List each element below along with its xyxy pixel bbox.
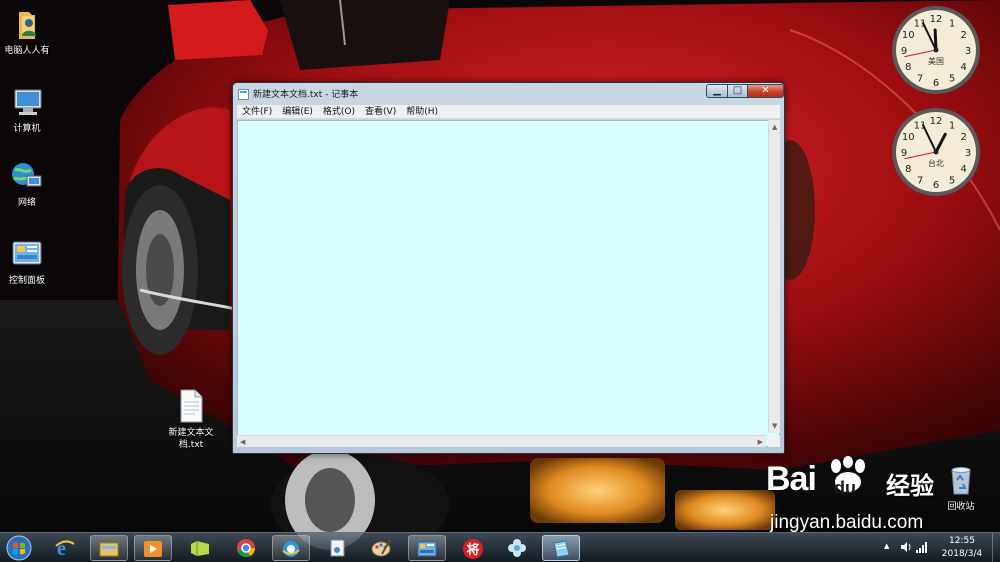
clock-gadget-taipei[interactable]: 1234567891011 12台北: [890, 106, 982, 198]
tray-expand-icon[interactable]: ▲: [884, 542, 889, 550]
clock-numeral: 10: [902, 30, 915, 41]
taskbar-item-folder[interactable]: [181, 535, 219, 561]
document-icon: [330, 539, 345, 557]
taskbar-item-control-panel[interactable]: [408, 535, 446, 561]
clock-numeral: 1: [949, 18, 955, 29]
folder-user-icon: [19, 12, 36, 39]
clock-numeral: 1: [949, 120, 955, 131]
clock-numeral: 12: [930, 14, 943, 25]
desktop-icon-control-panel[interactable]: 控制面板: [0, 236, 57, 287]
clock-numeral: 9: [901, 46, 907, 57]
window-title-bar[interactable]: 新建文本文档.txt - 记事本: [238, 87, 638, 103]
control-panel-icon: [417, 541, 437, 557]
desktop-icon-label: 网络: [17, 198, 36, 208]
desktop-icon-text-file[interactable]: 新建文本文 档.txt: [161, 388, 221, 451]
clock-center-pin: [933, 149, 939, 155]
clock-numeral: 5: [949, 74, 955, 85]
file-explorer-icon: [99, 542, 119, 557]
show-desktop-button[interactable]: [992, 533, 1000, 562]
ie-icon: e: [55, 538, 75, 558]
desktop-icon-user-folder[interactable]: 电脑人人有: [0, 6, 57, 57]
clock-numeral: 2: [961, 132, 967, 143]
wifi-signal-icon[interactable]: [916, 541, 928, 553]
clock-gadget-usa[interactable]: 1234567891011 12美国: [890, 4, 982, 96]
menu-bar: 文件(F) 编辑(E) 格式(O) 查看(V) 帮助(H): [237, 105, 780, 119]
clock-numeral: 8: [905, 164, 911, 175]
clock-numeral: 2: [961, 30, 967, 41]
baidu-jingyan-watermark: Bai du 经验 jingyan.baidu.com: [766, 456, 956, 540]
clock-center-pin: [933, 47, 939, 53]
chrome-icon: [237, 539, 255, 557]
flower-icon: [508, 539, 526, 557]
notepad-icon: [238, 88, 249, 100]
taskbar-item-document[interactable]: [318, 535, 356, 561]
system-tray: ▲ 12:55 2018/3/4: [880, 533, 1000, 562]
menu-help[interactable]: 帮助(H): [401, 105, 443, 119]
speaker-icon[interactable]: [900, 541, 912, 553]
clock-numeral: 3: [965, 46, 971, 57]
maximize-button[interactable]: □: [727, 84, 748, 98]
desktop-icon-label: 电脑人人有: [4, 46, 50, 56]
network-icon: [12, 163, 42, 187]
qq-browser-icon: [282, 541, 300, 557]
clock-numeral: 9: [901, 148, 907, 159]
minimize-button[interactable]: ▁: [706, 84, 728, 98]
media-player-icon: [144, 541, 162, 557]
clock-numeral: 10: [902, 132, 915, 143]
clock-numeral: 4: [961, 164, 967, 175]
watermark-brand-cn: 经验: [886, 472, 934, 500]
menu-edit[interactable]: 编辑(E): [277, 105, 318, 119]
clock-numeral: 12: [930, 116, 943, 127]
clock-city-label: 台北: [928, 158, 944, 168]
notepad-window[interactable]: 新建文本文档.txt - 记事本 ▁ □ ✕ 文件(F) 编辑(E) 格式(O) 查看…: [232, 82, 785, 454]
watermark-brand-du: du: [834, 478, 856, 498]
notepad-icon: [553, 540, 570, 558]
clock-numeral: 3: [965, 148, 971, 159]
clock-date[interactable]: 2018/3/4: [936, 548, 988, 560]
clock-city-label: 美国: [928, 56, 944, 66]
taskbar-item-paint[interactable]: [362, 535, 400, 561]
close-button[interactable]: ✕: [747, 84, 784, 98]
window-title: 新建文本文档.txt - 记事本: [253, 90, 359, 100]
computer-icon: [14, 89, 42, 115]
taskbar: e 将 ▲ 12:55 2018/3/4: [0, 532, 1000, 562]
clock-numeral: 5: [949, 176, 955, 187]
desktop-icon-label: 新建文本文 档.txt: [168, 428, 214, 450]
clock-numeral: 7: [917, 176, 923, 187]
menu-file[interactable]: 文件(F): [237, 105, 277, 119]
desktop-icon-label: 计算机: [13, 124, 41, 134]
desktop-icon-computer[interactable]: 计算机: [0, 84, 57, 135]
clock-numeral: 7: [917, 74, 923, 85]
desktop-icon-label: 控制面板: [8, 276, 45, 286]
start-button-icon[interactable]: [4, 534, 34, 562]
taskbar-item-jiang[interactable]: 将: [454, 535, 492, 561]
clock-numeral: 6: [933, 78, 939, 89]
taskbar-item-chrome[interactable]: [227, 535, 265, 561]
menu-format[interactable]: 格式(O): [318, 105, 360, 119]
taskbar-item-media-player[interactable]: [134, 535, 172, 561]
jiang-app-label: 将: [466, 543, 480, 558]
taskbar-item-explorer[interactable]: [90, 535, 128, 561]
text-file-icon: [180, 389, 203, 423]
taskbar-item-ie[interactable]: e: [46, 535, 84, 561]
folder-icon: [191, 541, 209, 556]
clock-numeral: 6: [933, 180, 939, 191]
menu-view[interactable]: 查看(V): [360, 105, 401, 119]
taskbar-item-notepad[interactable]: [542, 535, 580, 561]
watermark-url: jingyan.baidu.com: [770, 512, 924, 533]
taskbar-item-qq-browser[interactable]: [272, 535, 310, 561]
taskbar-item-flower[interactable]: [498, 535, 536, 561]
text-editor-area[interactable]: [237, 120, 780, 447]
paint-icon: [371, 539, 391, 557]
clock-time[interactable]: 12:55: [936, 535, 988, 547]
clock-numeral: 4: [961, 62, 967, 73]
watermark-brand: Bai: [766, 460, 817, 498]
control-panel-icon: [12, 241, 42, 265]
desktop-icon-network[interactable]: 网络: [0, 158, 57, 209]
clock-numeral: 8: [905, 62, 911, 73]
